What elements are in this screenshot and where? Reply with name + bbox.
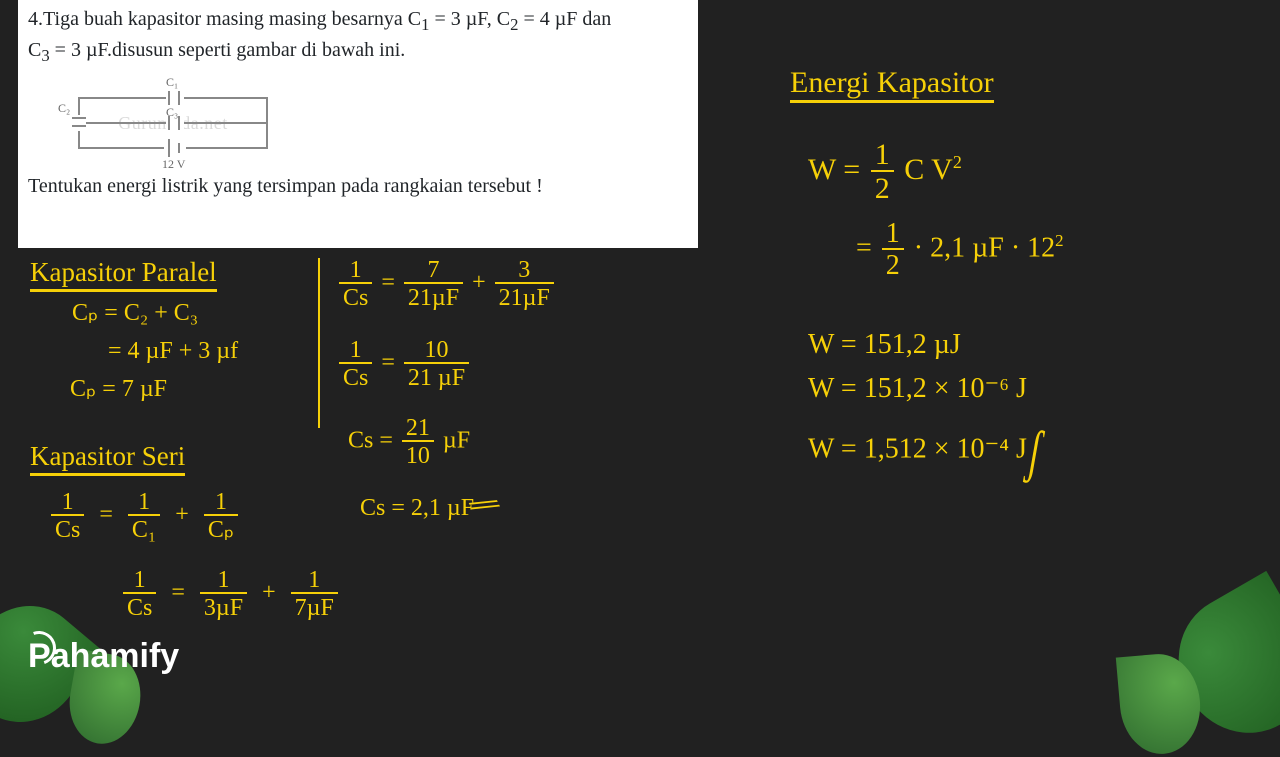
hw-w-formula: W = 12 C V2 xyxy=(808,140,962,204)
problem-box: 4.Tiga buah kapasitor masing masing besa… xyxy=(18,0,698,248)
hw-cp-eq1: Cₚ = C₂ + C₃ xyxy=(72,300,198,326)
hw-series-eq2: 1Cs = 13µF + 17µF xyxy=(120,568,341,620)
hw-cp-eq3: Cₚ = 7 µF xyxy=(70,376,167,402)
hw-w-r2: W = 151,2 × 10⁻⁶ J xyxy=(808,374,1027,405)
label-c2: C₂ xyxy=(58,101,70,116)
hw-mid-3: Cs = 2110 µF xyxy=(348,416,470,468)
label-c3: C₃ xyxy=(166,105,178,120)
problem-statement: 4.Tiga buah kapasitor masing masing besa… xyxy=(28,6,688,67)
circuit-diagram: Gurumuda.net C₁ C₂ C₃ 12 V xyxy=(58,77,288,167)
label-c1: C₁ xyxy=(166,75,178,90)
prob-line1-b: = 3 µF, C xyxy=(429,8,510,30)
prob-line1-c: = 4 µF dan xyxy=(518,8,611,30)
prob-line1-a: 4.Tiga buah kapasitor masing masing besa… xyxy=(28,8,421,30)
prob-line2-a: C xyxy=(28,39,41,61)
hw-energy-title: Energi Kapasitor xyxy=(790,66,994,103)
hw-parallel-title: Kapasitor Paralel xyxy=(30,258,217,292)
hw-cp-eq2: = 4 µF + 3 µf xyxy=(108,338,238,364)
hw-mid-1: 1Cs = 721µF + 321µF xyxy=(336,258,557,310)
pahamify-logo: Pahamify xyxy=(28,637,179,676)
hw-w-sub: = 12 · 2,1 µF · 122 xyxy=(856,220,1064,280)
hw-series-eq1: 1Cs = 1C₁ + 1Cₚ xyxy=(48,490,241,542)
label-v: 12 V xyxy=(162,157,185,172)
hw-w-r3: W = 1,512 × 10⁻⁴ Jʃ xyxy=(808,418,1045,484)
divider-line xyxy=(318,258,320,428)
problem-question: Tentukan energi listrik yang tersimpan p… xyxy=(28,173,688,200)
hw-series-title: Kapasitor Seri xyxy=(30,442,185,476)
hw-mid-4: Cs = 2,1 µF// xyxy=(360,480,488,524)
logo-text-rest: ahamify xyxy=(51,637,180,675)
hw-w-r1: W = 151,2 µJ xyxy=(808,330,961,361)
prob-line2-b: = 3 µF.disusun seperti gambar di bawah i… xyxy=(50,39,406,61)
hw-mid-2: 1Cs = 1021 µF xyxy=(336,338,472,390)
